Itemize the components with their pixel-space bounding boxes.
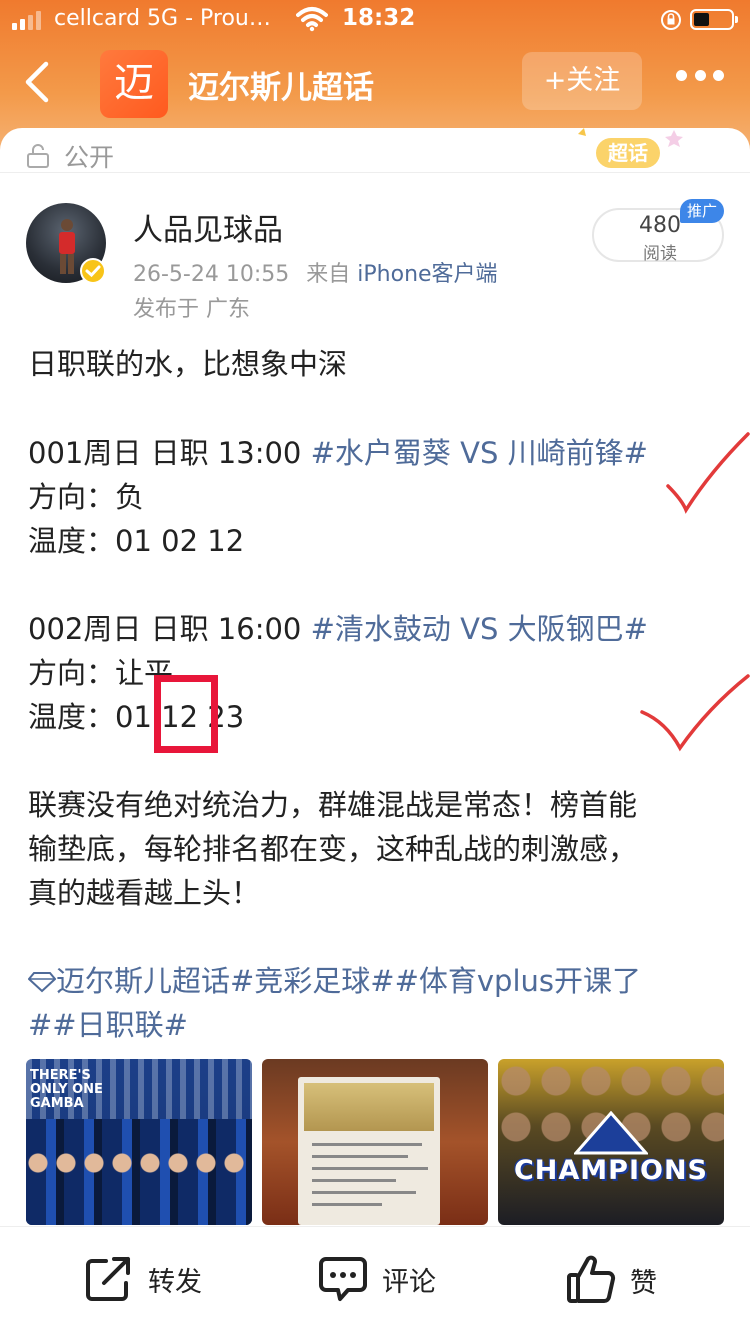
match-1-temperature: 温度：01 02 12 bbox=[28, 524, 245, 558]
trophy-emblem-icon bbox=[574, 1111, 648, 1155]
post-location: 发布于 广东 bbox=[133, 297, 250, 322]
more-options-icon[interactable] bbox=[676, 70, 724, 84]
nav-bar: 迈 迈尔斯儿超话 +关注 bbox=[0, 46, 750, 120]
paragraph-line-1: 联赛没有绝对统治力，群雄混战是常态！榜首能 bbox=[28, 788, 638, 822]
wifi-icon bbox=[296, 7, 328, 32]
image-1-banner: THERE'S ONLY ONE GAMBA bbox=[30, 1068, 103, 1111]
champions-caption: CHAMPIONS bbox=[513, 1155, 708, 1186]
match-2-topic-link[interactable]: #清水鼓动 VS 大阪钢巴# bbox=[311, 612, 648, 646]
post-image-1[interactable]: THERE'S ONLY ONE GAMBA bbox=[26, 1059, 252, 1225]
page-title: 迈尔斯儿超话 bbox=[188, 70, 374, 106]
match-2-header: 002周日 日职 16:00 #清水鼓动 VS 大阪钢巴# bbox=[28, 606, 648, 648]
match-1-direction: 方向：负 bbox=[28, 480, 145, 514]
thumbs-up-icon bbox=[567, 1255, 616, 1303]
promote-tag[interactable]: 推广 bbox=[680, 199, 724, 223]
match-1-time: 001周日 日职 13:00 bbox=[28, 436, 311, 470]
action-bar: 转发 评论 赞 bbox=[0, 1226, 750, 1334]
supertopic-link[interactable]: 迈尔斯儿超话#竞彩足球##体育vplus开课了 bbox=[56, 964, 641, 998]
supertopic-badge: 超话 bbox=[578, 128, 683, 168]
paragraph-line-3: 真的越看越上头！ bbox=[28, 876, 261, 910]
post-time: 26-5-24 10:55 bbox=[133, 262, 290, 287]
divider bbox=[0, 172, 750, 173]
like-button[interactable]: 赞 bbox=[566, 1255, 657, 1305]
comment-button[interactable]: 评论 bbox=[318, 1255, 436, 1303]
betting-slip bbox=[298, 1077, 440, 1225]
repost-button[interactable]: 转发 bbox=[84, 1255, 202, 1303]
post-image-2[interactable] bbox=[262, 1059, 488, 1225]
rotation-lock-icon bbox=[661, 10, 681, 30]
match-1-header: 001周日 日职 13:00 #水户蜀葵 VS 川崎前锋# bbox=[28, 430, 648, 472]
post-image-3[interactable]: CHAMPIONS bbox=[498, 1059, 724, 1225]
follow-button[interactable]: +关注 bbox=[522, 52, 642, 110]
back-arrow-icon[interactable] bbox=[18, 60, 58, 104]
clock: 18:32 bbox=[342, 5, 416, 31]
supertopic-badge-label: 超话 bbox=[607, 141, 648, 165]
paragraph-line-2: 输垫底，每轮排名都在变，这种乱战的刺激感， bbox=[28, 832, 638, 866]
verified-badge-icon bbox=[80, 258, 106, 284]
visibility-row: 公开 bbox=[26, 138, 114, 174]
visibility-label: 公开 bbox=[64, 143, 115, 172]
match-2-time: 002周日 日职 16:00 bbox=[28, 612, 311, 646]
source-prefix: 来自 bbox=[306, 262, 351, 287]
comment-icon bbox=[319, 1257, 367, 1301]
tags-line-1[interactable]: 迈尔斯儿超话#竞彩足球##体育vplus开课了 bbox=[27, 958, 641, 1000]
match-1-topic-link[interactable]: #水户蜀葵 VS 川崎前锋# bbox=[311, 436, 648, 470]
like-label: 赞 bbox=[630, 1267, 657, 1299]
battery-icon bbox=[690, 9, 738, 30]
repost-icon bbox=[86, 1257, 130, 1301]
post-intro: 日职联的水，比想象中深 bbox=[28, 347, 348, 381]
repost-label: 转发 bbox=[148, 1266, 202, 1298]
lock-icon bbox=[27, 144, 49, 168]
match-2-direction: 方向：让平 bbox=[28, 656, 174, 690]
post-meta: 26-5-24 10:55 来自 iPhone客户端 bbox=[133, 256, 498, 288]
author-name[interactable]: 人品见球品 bbox=[133, 205, 283, 249]
read-label: 阅读 bbox=[643, 244, 677, 264]
diamond-icon bbox=[27, 972, 57, 993]
highlight-box bbox=[154, 675, 218, 753]
post-source-link[interactable]: iPhone客户端 bbox=[357, 262, 497, 287]
red-check-mark-2 bbox=[640, 674, 750, 752]
carrier-label: cellcard 5G - Prou… bbox=[54, 6, 271, 31]
player-figure bbox=[59, 219, 75, 274]
cellular-signal-icon bbox=[12, 11, 41, 30]
comment-label: 评论 bbox=[382, 1266, 436, 1298]
red-check-mark-1 bbox=[666, 432, 750, 514]
tags-line-2[interactable]: ##日职联# bbox=[28, 1002, 188, 1044]
supertopic-logo[interactable]: 迈 bbox=[100, 50, 168, 118]
status-bar: cellcard 5G - Prou… 18:32 bbox=[0, 0, 750, 40]
